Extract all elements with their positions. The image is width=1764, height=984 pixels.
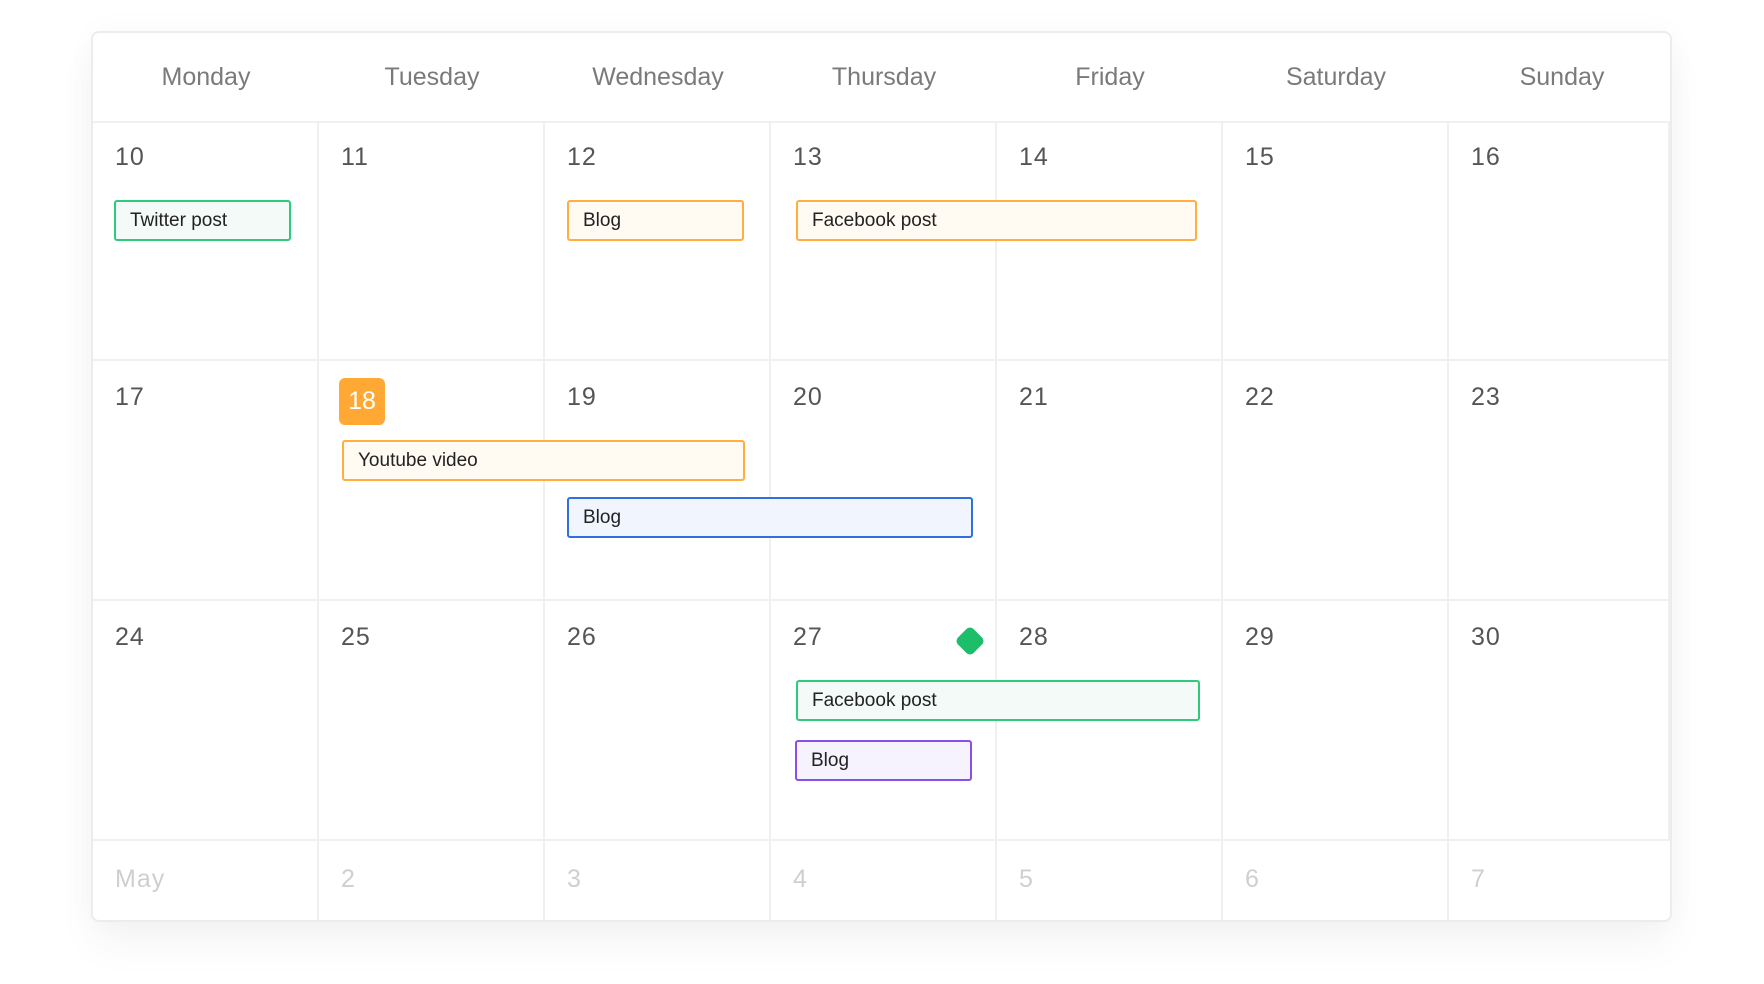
day-number: 16 — [1471, 143, 1501, 171]
day-cell[interactable]: 16 — [1449, 121, 1670, 359]
day-number: 25 — [341, 623, 371, 651]
weekday-saturday: Saturday — [1285, 63, 1387, 91]
day-number: 13 — [793, 143, 823, 171]
week-row: 24 25 26 27 28 29 30 Facebook post Blog — [93, 601, 1670, 841]
day-cell[interactable]: 6 — [1223, 841, 1449, 920]
week-row: 17 18 19 20 21 22 23 Youtube video Blog — [93, 361, 1670, 601]
day-number: 6 — [1245, 865, 1260, 893]
day-number: 15 — [1245, 143, 1275, 171]
event-blog[interactable]: Blog — [567, 200, 744, 241]
event-youtube-video[interactable]: Youtube video — [342, 440, 745, 481]
day-number: 7 — [1471, 865, 1486, 893]
day-cell[interactable]: 4 — [771, 841, 997, 920]
day-cell[interactable]: 7 — [1449, 841, 1670, 920]
day-number: 27 — [793, 623, 823, 651]
day-number: 12 — [567, 143, 597, 171]
weekday-monday: Monday — [161, 63, 251, 91]
day-number: 29 — [1245, 623, 1275, 651]
day-cell[interactable]: 15 — [1223, 121, 1449, 359]
week-row-next-month: May 2 3 4 5 6 7 — [93, 841, 1670, 920]
day-cell[interactable]: 30 — [1449, 601, 1670, 839]
day-number: 26 — [567, 623, 597, 651]
weekday-friday: Friday — [1075, 63, 1145, 91]
month-label: May — [115, 865, 166, 893]
week-row: 10 11 12 13 14 15 16 Twitter post Blog F… — [93, 121, 1670, 361]
event-facebook-post[interactable]: Facebook post — [796, 680, 1200, 721]
day-number: 24 — [115, 623, 145, 651]
day-number: 17 — [115, 383, 145, 411]
day-cell[interactable]: 22 — [1223, 361, 1449, 599]
weekday-wednesday: Wednesday — [592, 63, 724, 91]
day-number: 28 — [1019, 623, 1049, 651]
weekday-sunday: Sunday — [1519, 63, 1605, 91]
day-cell[interactable]: May — [93, 841, 319, 920]
event-blog[interactable]: Blog — [795, 740, 972, 781]
day-cell[interactable]: 5 — [997, 841, 1223, 920]
day-cell[interactable]: 26 — [545, 601, 771, 839]
day-number: 30 — [1471, 623, 1501, 651]
event-blog[interactable]: Blog — [567, 497, 973, 538]
day-cell[interactable]: 11 — [319, 121, 545, 359]
day-number: 21 — [1019, 383, 1049, 411]
day-cell[interactable]: 24 — [93, 601, 319, 839]
day-number: 11 — [341, 143, 369, 171]
day-cell[interactable]: 3 — [545, 841, 771, 920]
calendar-card: Monday Tuesday Wednesday Thursday Friday… — [91, 31, 1672, 922]
day-number: 20 — [793, 383, 823, 411]
day-number: 4 — [793, 865, 808, 893]
day-number: 3 — [567, 865, 582, 893]
day-number: 23 — [1471, 383, 1501, 411]
day-cell[interactable]: 17 — [93, 361, 319, 599]
day-number: 10 — [115, 143, 145, 171]
day-cell[interactable]: 20 — [771, 361, 997, 599]
weekday-header: Monday Tuesday Wednesday Thursday Friday… — [93, 33, 1670, 123]
day-cell[interactable]: 25 — [319, 601, 545, 839]
day-number: 2 — [341, 865, 356, 893]
today-badge: 18 — [339, 378, 385, 425]
day-number: 14 — [1019, 143, 1049, 171]
day-number: 5 — [1019, 865, 1034, 893]
weekday-thursday: Thursday — [831, 63, 937, 91]
day-number: 22 — [1245, 383, 1275, 411]
event-twitter-post[interactable]: Twitter post — [114, 200, 291, 241]
event-facebook-post[interactable]: Facebook post — [796, 200, 1197, 241]
day-cell[interactable]: 2 — [319, 841, 545, 920]
day-cell[interactable]: 29 — [1223, 601, 1449, 839]
day-number: 19 — [567, 383, 597, 411]
day-cell[interactable]: 21 — [997, 361, 1223, 599]
weekday-tuesday: Tuesday — [384, 63, 480, 91]
month-grid: 10 11 12 13 14 15 16 Twitter post Blog F… — [93, 121, 1670, 920]
day-cell[interactable]: 23 — [1449, 361, 1670, 599]
